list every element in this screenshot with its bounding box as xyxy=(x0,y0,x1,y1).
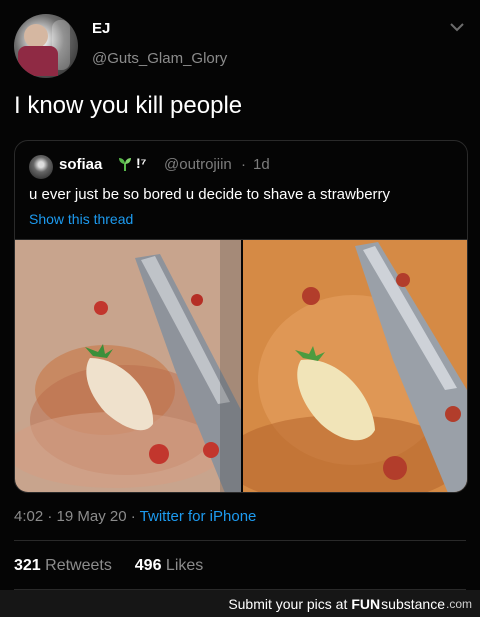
quoted-handle[interactable]: @outrojiin xyxy=(164,156,232,173)
watermark-footer: Submit your pics at FUN substance .com xyxy=(0,590,480,617)
tweet-time[interactable]: 4:02 xyxy=(14,508,43,525)
photo-grid xyxy=(15,239,467,492)
avatar[interactable] xyxy=(14,14,78,78)
quoted-separator: · xyxy=(241,156,246,173)
footer-domain: .com xyxy=(445,596,472,611)
tweet-card: EJ @Guts_Glam_Glory I know you kill peop… xyxy=(0,0,480,590)
photo-left[interactable] xyxy=(15,240,241,492)
chevron-down-icon[interactable] xyxy=(448,18,466,36)
like-count[interactable]: 496 xyxy=(135,557,162,574)
avatar-face xyxy=(24,24,48,48)
like-label[interactable]: Likes xyxy=(166,557,203,574)
divider-top xyxy=(14,540,466,541)
tweet-text: I know you kill people xyxy=(14,92,243,119)
retweet-count[interactable]: 321 xyxy=(14,557,41,574)
photo-right[interactable] xyxy=(243,240,467,492)
footer-prefix: Submit your pics at xyxy=(228,595,348,612)
tweet-source[interactable]: Twitter for iPhone xyxy=(140,508,257,525)
tweet-meta: 4:02 · 19 May 20 · Twitter for iPhone xyxy=(14,508,256,525)
quoted-display-name[interactable]: sofiaa xyxy=(59,156,102,173)
display-name[interactable]: EJ xyxy=(92,20,110,37)
meta-separator-2: · xyxy=(130,508,136,525)
footer-brand-fun: FUN xyxy=(351,595,381,612)
quoted-timestamp[interactable]: 1d xyxy=(253,156,270,173)
tweet-date[interactable]: 19 May 20 xyxy=(57,508,127,525)
meta-separator: · xyxy=(47,508,53,525)
footer-brand-substance: substance xyxy=(381,595,445,612)
avatar-body xyxy=(18,46,58,76)
quoted-tweet[interactable]: sofiaa !⁷ @outrojiin · 1d u ever just be… xyxy=(14,140,468,493)
quoted-avatar[interactable] xyxy=(29,155,53,179)
tweet-stats: 321 Retweets 496 Likes xyxy=(14,557,203,575)
user-handle[interactable]: @Guts_Glam_Glory xyxy=(92,50,227,67)
quoted-text: u ever just be so bored u decide to shav… xyxy=(29,186,391,203)
seedling-icon xyxy=(116,155,134,173)
quoted-name-suffix: !⁷ xyxy=(136,155,147,171)
show-thread-link[interactable]: Show this thread xyxy=(29,211,133,227)
retweet-label[interactable]: Retweets xyxy=(45,557,112,574)
